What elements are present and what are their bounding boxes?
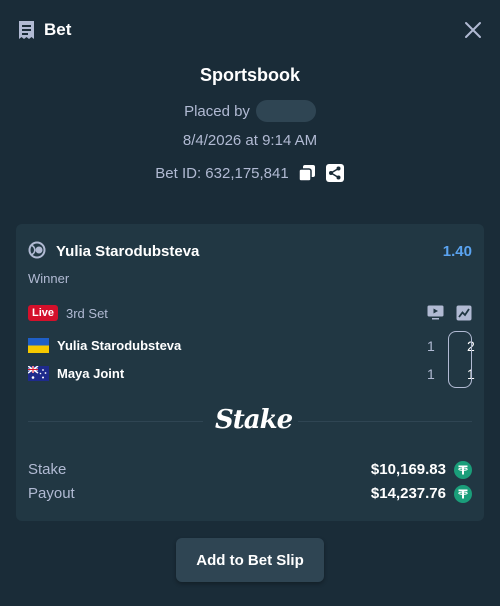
bet-id-row: Bet ID: 632,175,841 (0, 163, 500, 183)
stake-label: Stake (28, 461, 67, 478)
team-name: Yulia Starodubsteva (57, 338, 182, 353)
stats-chart-icon[interactable] (456, 305, 472, 321)
placed-by-row: Placed by (0, 100, 500, 122)
bet-card: Yulia Starodubsteva 1.40 Winner Live 3rd… (16, 224, 484, 521)
payout-row: Payout $14,237.76 (28, 484, 472, 504)
current-set-score-box (448, 331, 472, 388)
team-score-sets: 1 (427, 366, 435, 382)
live-badge: Live (28, 305, 59, 321)
tether-icon (454, 461, 472, 479)
copy-icon[interactable] (297, 163, 317, 183)
tennis-ball-icon (28, 241, 46, 259)
share-icon[interactable] (325, 163, 345, 183)
bet-type-title: Sportsbook (199, 65, 300, 85)
add-to-bet-slip-button[interactable]: Add to Bet Slip (176, 538, 324, 582)
bet-id: Bet ID: 632,175,841 (155, 164, 289, 182)
bet-date: 8/4/2026 at 9:14 AM (182, 132, 318, 149)
modal-header: Bet (0, 0, 500, 60)
selection-name: Yulia Starodubsteva (56, 243, 200, 260)
username-hidden[interactable] (255, 100, 316, 122)
australia-flag-icon (28, 366, 49, 381)
selection-odds: 1.40 (442, 243, 472, 260)
set-label: 3rd Set (66, 306, 108, 321)
divider (28, 421, 203, 422)
modal-title: Bet (44, 20, 72, 39)
close-icon[interactable] (462, 19, 484, 41)
tether-icon (454, 485, 472, 503)
payout-label: Payout (28, 485, 75, 502)
placed-by-label: Placed by (184, 102, 250, 120)
ukraine-flag-icon (28, 338, 49, 353)
team-name: Maya Joint (57, 366, 125, 381)
team-row: Maya Joint 1 1 (28, 364, 475, 384)
payout-value: $14,237.76 (370, 485, 446, 502)
tv-icon[interactable] (427, 305, 444, 320)
stake-row: Stake $10,169.83 (28, 460, 472, 480)
receipt-icon (19, 21, 34, 39)
divider (298, 421, 472, 422)
team-score-sets: 1 (427, 338, 435, 354)
stake-logo: Stake (215, 405, 293, 435)
stake-value: $10,169.83 (370, 461, 446, 478)
team-row: Yulia Starodubsteva 1 2 (28, 336, 475, 356)
market-name: Winner (28, 271, 70, 286)
